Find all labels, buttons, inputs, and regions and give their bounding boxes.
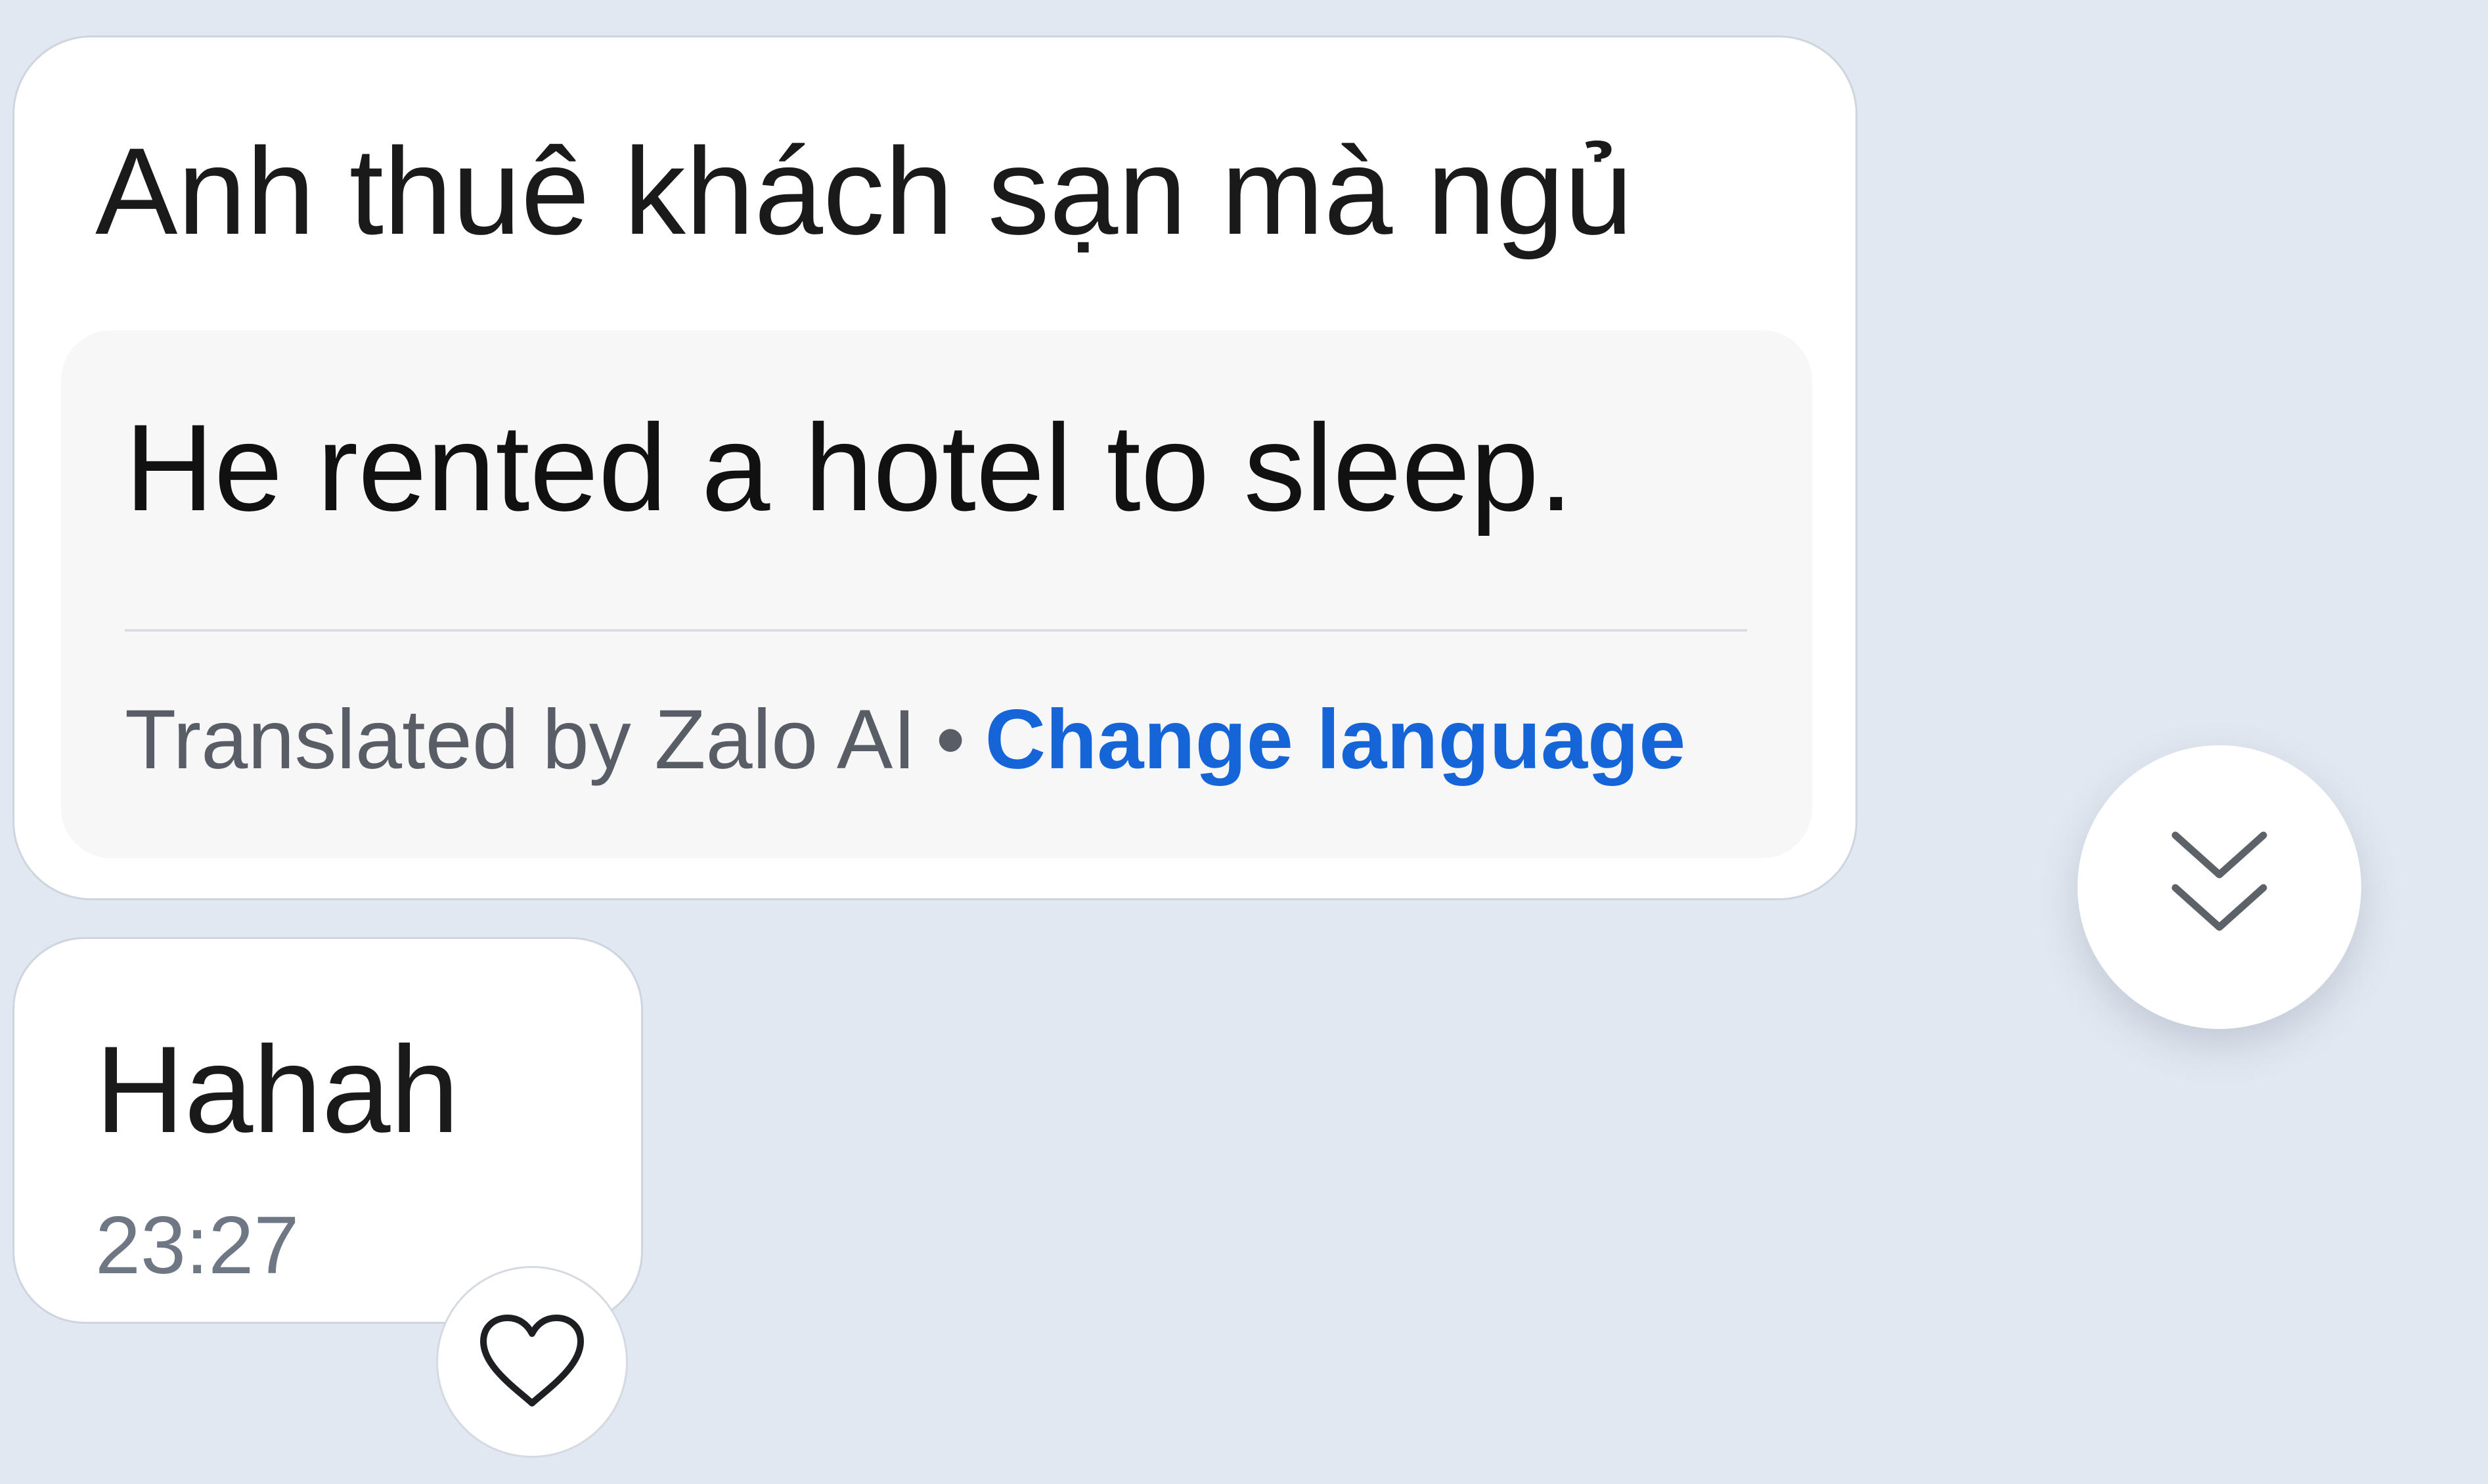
translation-footer: Translated by Zalo AI • Change language (125, 698, 1685, 782)
translation-credit: Translated by Zalo AI (125, 693, 916, 787)
message-bubble[interactable]: Hahah 23:27 (12, 937, 643, 1324)
footer-separator: • (935, 693, 966, 787)
message-timestamp: 23:27 (95, 1200, 300, 1291)
scroll-to-bottom-button[interactable] (2077, 745, 2361, 1029)
message-text: Hahah (95, 1020, 459, 1158)
change-language-link[interactable]: Change language (985, 693, 1686, 787)
react-heart-button[interactable] (436, 1266, 628, 1458)
message-text: Anh thuê khách sạn mà ngủ (95, 122, 1633, 260)
message-bubble-translated[interactable]: Anh thuê khách sạn mà ngủ He rented a ho… (12, 35, 1857, 900)
translation-text: He rented a hotel to sleep. (125, 399, 1574, 536)
translation-card: He rented a hotel to sleep. Translated b… (61, 330, 1812, 858)
translation-divider (125, 629, 1747, 632)
